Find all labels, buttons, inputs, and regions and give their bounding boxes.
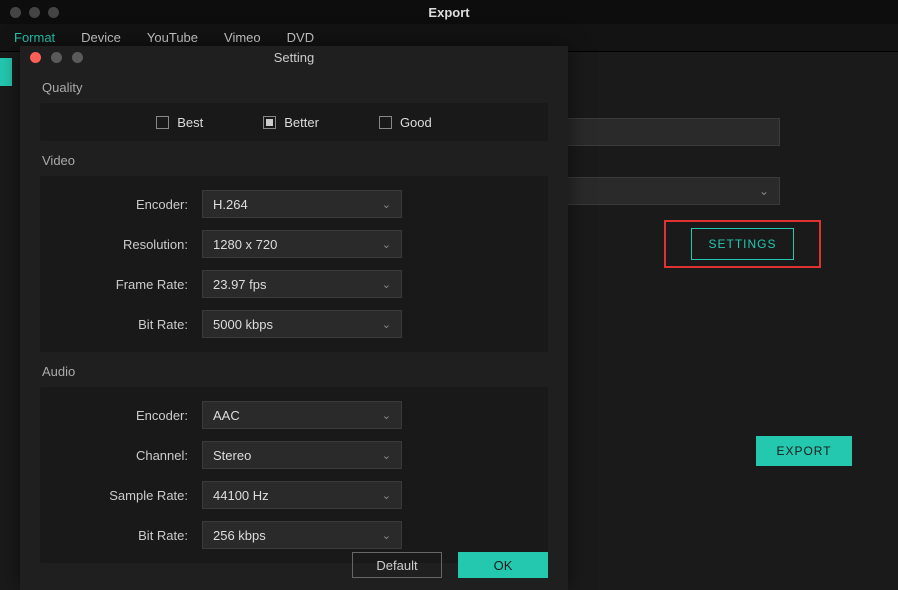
chevron-down-icon: ⌄ <box>759 184 769 198</box>
audio-panel: Encoder: AAC ⌄ Channel: Stereo ⌄ Sample … <box>40 387 548 563</box>
tab-format[interactable]: Format <box>14 30 55 45</box>
quality-option-best[interactable]: Best <box>156 115 203 130</box>
select-value: 44100 Hz <box>213 488 269 503</box>
audio-channel-select[interactable]: Stereo ⌄ <box>202 441 402 469</box>
row-label: Bit Rate: <box>60 317 202 332</box>
video-encoder-select[interactable]: H.264 ⌄ <box>202 190 402 218</box>
close-icon[interactable] <box>10 7 21 18</box>
row-label: Encoder: <box>60 408 202 423</box>
quality-option-good[interactable]: Good <box>379 115 432 130</box>
sidebar-accent <box>0 58 12 86</box>
tab-dvd[interactable]: DVD <box>287 30 314 45</box>
select-value: 1280 x 720 <box>213 237 277 252</box>
select-value: 23.97 fps <box>213 277 267 292</box>
setting-dialog: Setting Quality Best Better Good Video E… <box>20 46 568 590</box>
default-button[interactable]: Default <box>352 552 442 578</box>
row-label: Resolution: <box>60 237 202 252</box>
audio-encoder-select[interactable]: AAC ⌄ <box>202 401 402 429</box>
chevron-down-icon: ⌄ <box>382 449 391 462</box>
audio-bitrate-row: Bit Rate: 256 kbps ⌄ <box>60 521 528 549</box>
select-value: 256 kbps <box>213 528 266 543</box>
export-button[interactable]: EXPORT <box>756 436 852 466</box>
video-resolution-select[interactable]: 1280 x 720 ⌄ <box>202 230 402 258</box>
audio-section-label: Audio <box>20 352 568 387</box>
main-titlebar: Export <box>0 0 898 24</box>
row-label: Encoder: <box>60 197 202 212</box>
chevron-down-icon: ⌄ <box>382 278 391 291</box>
dialog-button-row: Default OK <box>352 552 548 578</box>
select-value: Stereo <box>213 448 251 463</box>
tab-device[interactable]: Device <box>81 30 121 45</box>
minimize-icon[interactable] <box>51 52 62 63</box>
minimize-icon[interactable] <box>29 7 40 18</box>
video-section-label: Video <box>20 141 568 176</box>
quality-label: Best <box>177 115 203 130</box>
audio-encoder-row: Encoder: AAC ⌄ <box>60 401 528 429</box>
checkbox-icon <box>379 116 392 129</box>
video-panel: Encoder: H.264 ⌄ Resolution: 1280 x 720 … <box>40 176 548 352</box>
row-label: Sample Rate: <box>60 488 202 503</box>
maximize-icon[interactable] <box>48 7 59 18</box>
checkbox-checked-icon <box>263 116 276 129</box>
quality-section-label: Quality <box>20 68 568 103</box>
settings-highlight: SETTINGS <box>664 220 821 268</box>
checkbox-icon <box>156 116 169 129</box>
row-label: Channel: <box>60 448 202 463</box>
select-value: AAC <box>213 408 240 423</box>
select-value: H.264 <box>213 197 248 212</box>
quality-panel: Best Better Good <box>40 103 548 141</box>
video-encoder-row: Encoder: H.264 ⌄ <box>60 190 528 218</box>
setting-window-controls <box>20 52 83 63</box>
audio-channel-row: Channel: Stereo ⌄ <box>60 441 528 469</box>
tab-youtube[interactable]: YouTube <box>147 30 198 45</box>
close-icon[interactable] <box>30 52 41 63</box>
audio-samplerate-row: Sample Rate: 44100 Hz ⌄ <box>60 481 528 509</box>
video-framerate-row: Frame Rate: 23.97 fps ⌄ <box>60 270 528 298</box>
window-controls <box>0 7 59 18</box>
video-bitrate-select[interactable]: 5000 kbps ⌄ <box>202 310 402 338</box>
audio-samplerate-select[interactable]: 44100 Hz ⌄ <box>202 481 402 509</box>
row-label: Bit Rate: <box>60 528 202 543</box>
settings-button[interactable]: SETTINGS <box>691 228 793 260</box>
video-resolution-row: Resolution: 1280 x 720 ⌄ <box>60 230 528 258</box>
chevron-down-icon: ⌄ <box>382 489 391 502</box>
chevron-down-icon: ⌄ <box>382 409 391 422</box>
chevron-down-icon: ⌄ <box>382 198 391 211</box>
row-label: Frame Rate: <box>60 277 202 292</box>
audio-bitrate-select[interactable]: 256 kbps ⌄ <box>202 521 402 549</box>
video-bitrate-row: Bit Rate: 5000 kbps ⌄ <box>60 310 528 338</box>
quality-label: Better <box>284 115 319 130</box>
chevron-down-icon: ⌄ <box>382 529 391 542</box>
quality-label: Good <box>400 115 432 130</box>
tab-vimeo[interactable]: Vimeo <box>224 30 261 45</box>
chevron-down-icon: ⌄ <box>382 238 391 251</box>
ok-button[interactable]: OK <box>458 552 548 578</box>
quality-option-better[interactable]: Better <box>263 115 319 130</box>
setting-titlebar: Setting <box>20 46 568 68</box>
maximize-icon[interactable] <box>72 52 83 63</box>
video-framerate-select[interactable]: 23.97 fps ⌄ <box>202 270 402 298</box>
select-value: 5000 kbps <box>213 317 273 332</box>
setting-dialog-title: Setting <box>274 50 314 65</box>
chevron-down-icon: ⌄ <box>382 318 391 331</box>
main-window-title: Export <box>428 5 469 20</box>
